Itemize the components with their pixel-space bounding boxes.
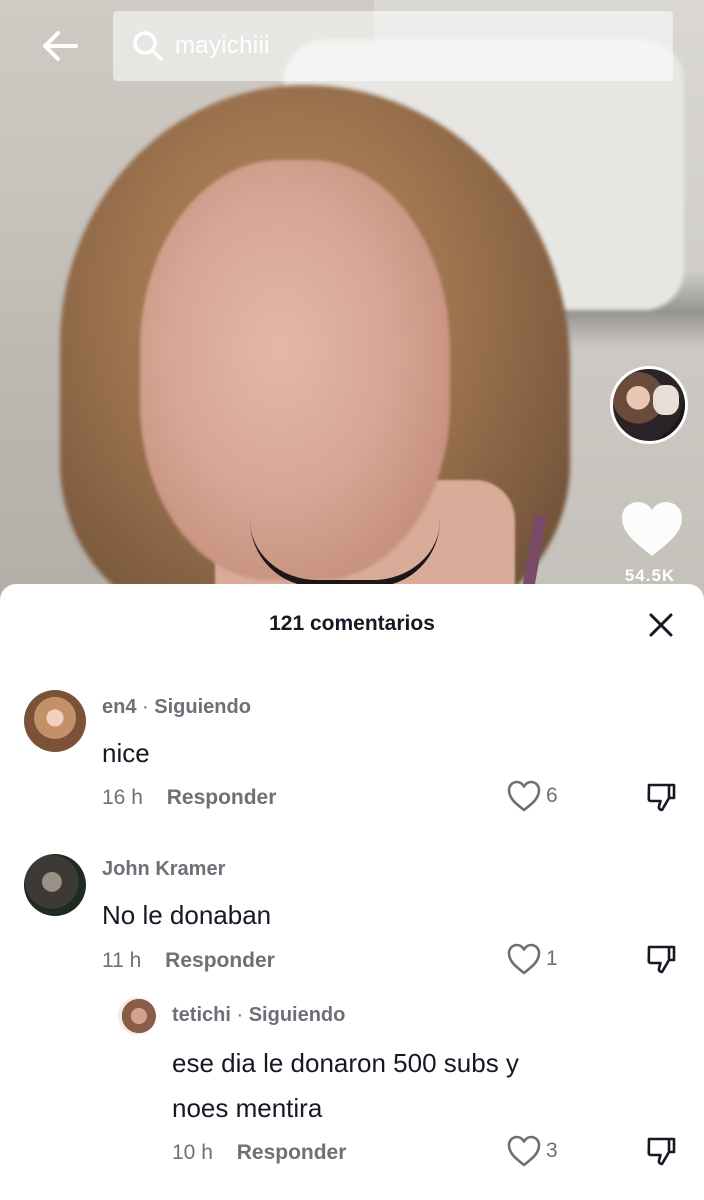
heart-icon [507,1135,541,1167]
comment-like-button[interactable]: 1 [506,942,558,976]
comment-username[interactable]: John Kramer [102,858,225,881]
comment-time: 16 h [102,786,143,809]
separator-dot: · [142,696,149,718]
like-count: 6 [546,784,558,807]
comment-like-button[interactable]: 3 [506,1134,558,1168]
comment-meta: 10 h Responder [172,1141,346,1165]
avatar[interactable] [118,997,156,1035]
thumbs-down-icon[interactable] [644,942,678,976]
comment-text-line2: noes mentira [172,1093,323,1123]
like-count: 1 [546,947,558,970]
reply-button[interactable]: Responder [237,1141,347,1164]
avatar[interactable] [24,690,86,752]
thumbs-down-icon[interactable] [644,1134,678,1168]
username[interactable]: John Kramer [102,858,225,880]
search-icon [133,31,163,61]
username[interactable]: tetichi [172,1004,231,1026]
comment-username[interactable]: en4 · Siguiendo [102,696,251,719]
comment-username[interactable]: tetichi · Siguiendo [172,1004,345,1027]
reply-button[interactable]: Responder [165,949,275,972]
like-count: 3 [546,1139,558,1162]
search-bar[interactable]: mayichiii [113,11,673,81]
comment-text: nice [102,738,150,768]
search-query[interactable]: mayichiii [175,32,270,60]
comment-like-button[interactable]: 6 [506,779,558,813]
comment-text: No le donaban [102,900,272,930]
thumbs-down-icon[interactable] [644,780,678,814]
video-frame[interactable] [0,0,704,600]
heart-icon [507,943,541,975]
arrow-left-icon [43,31,78,61]
reply-button[interactable]: Responder [167,786,277,809]
avatar-plush [653,385,679,415]
person-face [140,160,450,580]
like-heart-icon[interactable] [620,500,684,560]
comment-text-line1: ese dia le donaron 500 subs y [172,1048,519,1078]
comment-time: 11 h [102,949,142,972]
creator-avatar[interactable] [610,366,688,444]
username[interactable]: en4 [102,696,136,718]
comments-sheet: 121 comentarios en4 · Siguiendo nice 16 … [0,584,704,1200]
separator-dot: · [236,1004,244,1026]
comment-meta: 11 h Responder [102,949,275,973]
follow-status: Siguiendo [248,1004,346,1026]
comment-time: 10 h [172,1141,213,1164]
back-button[interactable] [38,24,82,68]
heart-icon [507,780,541,812]
avatar[interactable] [24,854,86,916]
close-icon[interactable] [646,610,676,640]
comment-meta: 16 h Responder [102,786,276,810]
comments-title: 121 comentarios [269,612,435,635]
follow-status: Siguiendo [154,696,251,718]
like-count: 54.5K [624,566,676,585]
